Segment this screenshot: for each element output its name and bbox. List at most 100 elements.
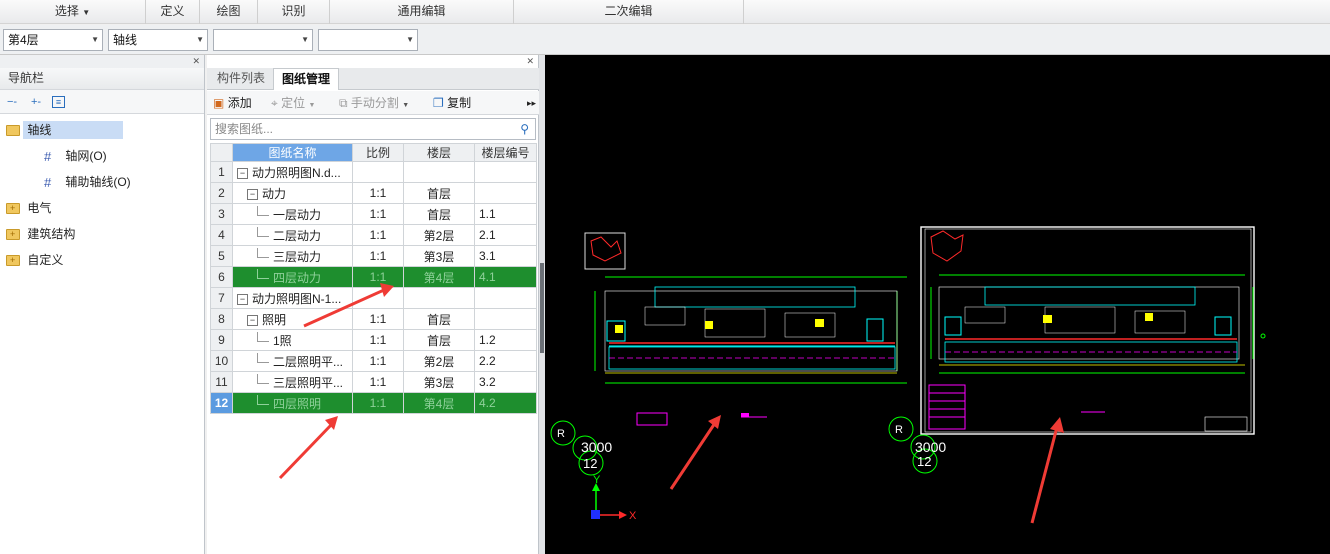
tree-item-axis[interactable]: 轴线 [0,118,204,144]
drawing-name-cell[interactable]: − 动力照明图N.d... [232,161,353,183]
tab-component-list[interactable]: 构件列表 [209,68,273,90]
table-row[interactable]: 11 三层照明平... 1:1 第3层 3.2 [210,371,537,393]
edit-list-icon[interactable]: ≡ [52,95,65,108]
expand-all-icon[interactable]: +‑ [28,95,44,109]
floor-cell[interactable]: 第3层 [403,245,475,267]
component-select[interactable]: ▼ [318,29,418,51]
floor-no-cell[interactable] [474,308,537,330]
floor-cell[interactable] [403,287,475,309]
scale-cell[interactable]: 1:1 [352,392,404,414]
drawing-name-cell[interactable]: 二层照明平... [232,350,353,372]
floor-cell[interactable]: 第2层 [403,224,475,246]
cad-canvas[interactable]: R 3000 12 R 3000 12 Y X [545,55,1330,554]
drawing-name-cell[interactable]: 三层动力 [232,245,353,267]
table-row[interactable]: 9 1照 1:1 首层 1.2 [210,329,537,351]
floor-no-cell[interactable] [474,182,537,204]
floor-no-cell[interactable]: 3.2 [474,371,537,393]
drawing-name-cell[interactable]: 四层照明 [232,392,353,414]
ribbon-group-define[interactable]: 定义 [146,0,200,24]
floor-cell[interactable]: 第3层 [403,371,475,393]
add-button[interactable]: ▣ 添加 [213,91,252,115]
tree-item-axis-grid[interactable]: # 轴网(O) [0,144,204,170]
ribbon-group-select[interactable]: 选择 ▼ [0,0,146,24]
floor-cell[interactable]: 第4层 [403,392,475,414]
floor-cell[interactable]: 第2层 [403,350,475,372]
drawing-name-cell[interactable]: 二层动力 [232,224,353,246]
col-header-floor[interactable]: 楼层 [403,143,475,162]
scale-cell[interactable]: 1:1 [352,203,404,225]
scale-cell[interactable]: 1:1 [352,266,404,288]
floor-no-cell[interactable]: 1.1 [474,203,537,225]
table-row[interactable]: 3 一层动力 1:1 首层 1.1 [210,203,537,225]
floor-cell[interactable]: 首层 [403,308,475,330]
table-row[interactable]: 2− 动力 1:1 首层 [210,182,537,204]
overflow-icon[interactable]: ▸▸ [527,91,536,115]
table-row[interactable]: 5 三层动力 1:1 第3层 3.1 [210,245,537,267]
scale-cell[interactable]: 1:1 [352,329,404,351]
floor-no-cell[interactable]: 2.1 [474,224,537,246]
floor-select[interactable]: 第4层 ▼ [3,29,103,51]
floor-no-cell[interactable] [474,161,537,183]
drawing-name-cell[interactable]: − 动力 [232,182,353,204]
floor-cell[interactable]: 首层 [403,203,475,225]
tab-drawing-management[interactable]: 图纸管理 [273,68,340,90]
floor-no-cell[interactable]: 2.2 [474,350,537,372]
collapse-toggle-icon[interactable]: − [237,293,248,305]
scale-cell[interactable] [352,161,404,183]
ribbon-group-identify[interactable]: 识别 [258,0,330,24]
collapse-toggle-icon[interactable]: − [237,167,248,179]
component-type-select[interactable]: ▼ [213,29,313,51]
floor-cell[interactable]: 首层 [403,329,475,351]
search-icon[interactable]: ⚲ [520,119,529,139]
tree-item-aux-axis[interactable]: # 辅助轴线(O) [0,170,204,196]
table-row[interactable]: 7− 动力照明图N-1... [210,287,537,309]
floor-no-cell[interactable]: 3.1 [474,245,537,267]
floor-no-cell[interactable]: 1.2 [474,329,537,351]
drawing-name-cell[interactable]: 三层照明平... [232,371,353,393]
col-header-floor-no[interactable]: 楼层编号 [474,143,537,162]
col-header-scale[interactable]: 比例 [352,143,404,162]
drawing-name-cell[interactable]: − 动力照明图N-1... [232,287,353,309]
scale-cell[interactable]: 1:1 [352,371,404,393]
floor-no-cell[interactable] [474,287,537,309]
floor-no-cell[interactable]: 4.1 [474,266,537,288]
scale-cell[interactable]: 1:1 [352,245,404,267]
scale-cell[interactable]: 1:1 [352,224,404,246]
scale-cell[interactable]: 1:1 [352,182,404,204]
ribbon-group-draw[interactable]: 绘图 [200,0,258,24]
col-header-name[interactable]: 图纸名称 [232,143,353,162]
table-row[interactable]: 4 二层动力 1:1 第2层 2.1 [210,224,537,246]
locate-button[interactable]: ⌖ 定位 ▼ [271,91,315,115]
close-icon[interactable]: ✕ [526,56,534,67]
table-row[interactable]: 1− 动力照明图N.d... [210,161,537,183]
collapse-toggle-icon[interactable]: − [247,188,258,200]
floor-cell[interactable] [403,161,475,183]
copy-button[interactable]: ❐ 复制 [433,91,471,115]
floor-cell[interactable]: 第4层 [403,266,475,288]
ribbon-group-general-edit[interactable]: 通用编辑 [330,0,514,24]
splitter-grip[interactable] [540,263,544,353]
tree-item-custom[interactable]: + 自定义 [0,248,204,274]
table-row[interactable]: 10 二层照明平... 1:1 第2层 2.2 [210,350,537,372]
drawing-name-cell[interactable]: 1照 [232,329,353,351]
tree-item-building-structure[interactable]: + 建筑结构 [0,222,204,248]
drawing-name-cell[interactable]: 一层动力 [232,203,353,225]
search-input[interactable]: 搜索图纸... ⚲ [210,118,536,140]
drawing-name-cell[interactable]: 四层动力 [232,266,353,288]
table-row[interactable]: 8− 照明 1:1 首层 [210,308,537,330]
collapse-toggle-icon[interactable]: − [247,314,258,326]
table-row[interactable]: 6 四层动力 1:1 第4层 4.1 [210,266,537,288]
table-row[interactable]: 12 四层照明 1:1 第4层 4.2 [210,392,537,414]
floor-no-cell[interactable]: 4.2 [474,392,537,414]
scale-cell[interactable]: 1:1 [352,350,404,372]
scale-cell[interactable] [352,287,404,309]
collapse-all-icon[interactable]: −‑ [4,95,20,109]
layer-select[interactable]: 轴线 ▼ [108,29,208,51]
close-icon[interactable]: ✕ [192,56,200,67]
floor-cell[interactable]: 首层 [403,182,475,204]
tree-item-electrical[interactable]: + 电气 [0,196,204,222]
manual-split-button[interactable]: ⧉ 手动分割 ▼ [339,91,409,115]
scale-cell[interactable]: 1:1 [352,308,404,330]
ribbon-group-secondary-edit[interactable]: 二次编辑 [514,0,744,24]
drawing-name-cell[interactable]: − 照明 [232,308,353,330]
